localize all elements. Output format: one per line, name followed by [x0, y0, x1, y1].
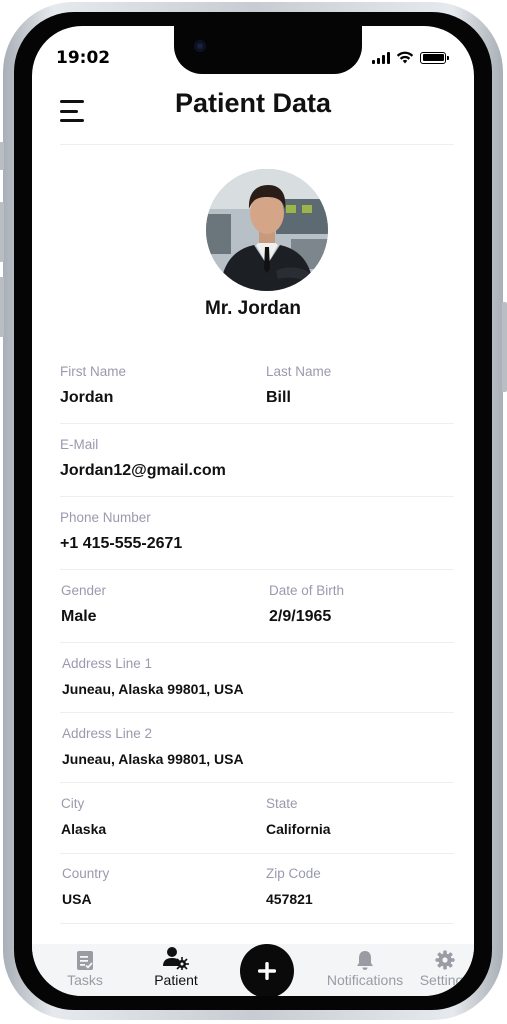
city-label: City [61, 796, 85, 811]
tab-tasks-label: Tasks [67, 972, 103, 988]
city-value: Alaska [61, 821, 107, 837]
email-row: E-Mail Jordan12@gmail.com [60, 424, 454, 497]
power-button [502, 302, 507, 392]
first-name-label: First Name [60, 364, 127, 379]
tab-notifications[interactable]: Notifications [325, 944, 405, 996]
gender-label: Gender [61, 583, 107, 598]
patient-icon [163, 947, 189, 970]
status-icons [372, 51, 449, 64]
first-name-value: Jordan [60, 389, 114, 406]
battery-icon [420, 51, 449, 64]
gender-value: Male [61, 608, 97, 625]
plus-icon [258, 962, 276, 980]
dob-label: Date of Birth [269, 583, 345, 598]
clipboard-icon [77, 951, 93, 970]
address1-label: Address Line 1 [62, 656, 153, 671]
address2-value: Juneau, Alaska 99801, USA [62, 751, 244, 767]
last-name-label: Last Name [266, 364, 332, 379]
address1-value: Juneau, Alaska 99801, USA [62, 681, 244, 697]
address2-field[interactable]: Address Line 2 Juneau, Alaska 99801, USA [62, 726, 244, 767]
country-zip-row: Country USA Zip Code 457821 [60, 854, 454, 924]
phone-value: +1 415-555-2671 [60, 535, 183, 552]
email-value: Jordan12@gmail.com [60, 462, 226, 479]
address1-field[interactable]: Address Line 1 Juneau, Alaska 99801, USA [62, 656, 244, 697]
volume-down-button [0, 277, 4, 337]
country-label: Country [62, 866, 110, 881]
last-name-value: Bill [266, 389, 291, 406]
email-field[interactable]: E-Mail Jordan12@gmail.com [60, 437, 226, 480]
tab-notifications-label: Notifications [326, 972, 404, 988]
avatar-image [206, 169, 328, 291]
phone-frame: 19:02 Patient Data Mr. Jordan First Name… [0, 2, 507, 1020]
mute-switch [0, 142, 4, 170]
address2-row: Address Line 2 Juneau, Alaska 99801, USA [60, 713, 454, 783]
country-value: USA [62, 891, 92, 907]
gender-dob-row: Gender Male Date of Birth 2/9/1965 [60, 570, 454, 643]
state-value: California [266, 821, 331, 837]
gear-icon [435, 950, 455, 970]
volume-up-button [0, 202, 4, 262]
zip-label: Zip Code [266, 866, 321, 881]
city-field[interactable]: City Alaska [61, 796, 106, 837]
status-time: 19:02 [56, 48, 111, 68]
name-row: First Name Jordan Last Name Bill [60, 358, 454, 424]
patient-name: Mr. Jordan [204, 298, 302, 319]
camera-icon [194, 40, 206, 52]
signal-icon [372, 51, 390, 64]
address2-label: Address Line 2 [62, 726, 153, 741]
tab-tasks[interactable]: Tasks [45, 944, 125, 996]
bell-icon [357, 951, 373, 970]
email-label: E-Mail [60, 437, 99, 452]
bezel: 19:02 Patient Data Mr. Jordan First Name… [14, 12, 492, 1010]
first-name-field[interactable]: First Name Jordan [60, 364, 126, 407]
notch [174, 26, 362, 74]
page-title: Patient Data [174, 88, 332, 118]
screen: 19:02 Patient Data Mr. Jordan First Name… [32, 26, 474, 996]
gender-field[interactable]: Gender Male [61, 583, 106, 626]
phone-field[interactable]: Phone Number +1 415-555-2671 [60, 510, 182, 553]
dob-field[interactable]: Date of Birth 2/9/1965 [269, 583, 344, 626]
address1-row: Address Line 1 Juneau, Alaska 99801, USA [60, 643, 454, 713]
state-label: State [266, 796, 298, 811]
tab-patient-label: Patient [154, 972, 198, 988]
tab-settings-label: Settings [419, 972, 471, 988]
dob-value: 2/9/1965 [269, 608, 332, 625]
wifi-icon [396, 51, 414, 64]
tab-settings[interactable]: Settings [405, 944, 474, 996]
city-state-row: City Alaska State California [60, 783, 454, 854]
zip-field[interactable]: Zip Code 457821 [266, 866, 321, 907]
header-divider [60, 144, 454, 145]
header: Patient Data [32, 86, 474, 146]
state-field[interactable]: State California [266, 796, 331, 837]
avatar[interactable] [206, 169, 328, 291]
tab-patient[interactable]: Patient [136, 944, 216, 996]
phone-row: Phone Number +1 415-555-2671 [60, 497, 454, 570]
country-field[interactable]: Country USA [62, 866, 109, 907]
phone-label: Phone Number [60, 510, 151, 525]
zip-value: 457821 [266, 891, 313, 907]
last-name-field[interactable]: Last Name Bill [266, 364, 331, 407]
add-button[interactable] [240, 944, 294, 996]
